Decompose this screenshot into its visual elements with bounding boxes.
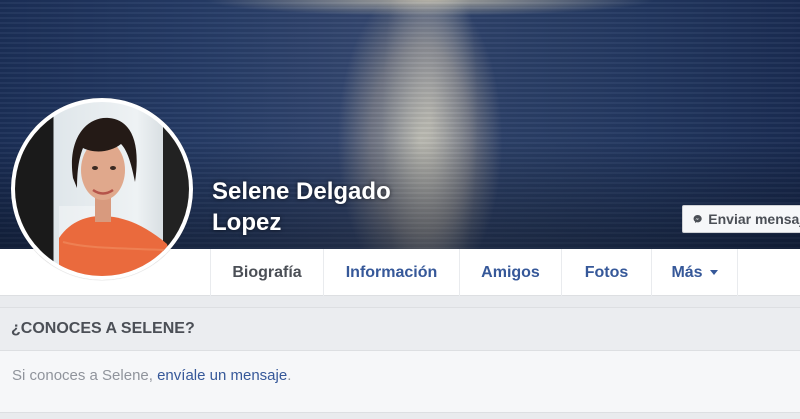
tab-label: Más (671, 263, 703, 281)
know-person-text: Si conoces a Selene, envíale un mensaje. (0, 351, 800, 384)
tab-biografia[interactable]: Biografía (210, 249, 323, 296)
avatar-photo (15, 102, 189, 276)
tab-informacion[interactable]: Información (323, 249, 459, 296)
avatar-portrait (59, 117, 175, 276)
send-message-button[interactable]: Enviar mensaje (682, 205, 800, 233)
profile-name-line1: Selene Delgado (212, 178, 391, 205)
know-person-section: ¿CONOCES A SELENE? Si conoces a Selene, … (0, 307, 800, 413)
tab-label: Información (345, 263, 438, 281)
messenger-icon (693, 215, 702, 223)
tab-label: Fotos (584, 263, 629, 281)
tab-fotos[interactable]: Fotos (561, 249, 651, 296)
profile-tabs: Biografía Información Amigos Fotos Más (210, 249, 738, 296)
know-person-text-after: . (287, 367, 292, 384)
tab-label: Amigos (481, 263, 540, 281)
know-person-text-before: Si conoces a Selene, (12, 367, 158, 384)
profile-page: Selene Delgado Lopez Enviar mensaje (0, 0, 800, 419)
profile-name-line2: Lopez (212, 209, 282, 236)
send-message-link[interactable]: envíale un mensaje (157, 367, 287, 384)
profile-avatar[interactable] (11, 98, 193, 280)
tab-mas[interactable]: Más (651, 249, 738, 296)
tab-label: Biografía (232, 263, 302, 281)
send-message-label: Enviar mensaje (708, 211, 800, 227)
profile-name[interactable]: Selene Delgado Lopez (212, 176, 391, 238)
tab-amigos[interactable]: Amigos (459, 249, 561, 296)
know-person-title: ¿CONOCES A SELENE? (0, 308, 800, 351)
caret-down-icon (709, 270, 718, 275)
